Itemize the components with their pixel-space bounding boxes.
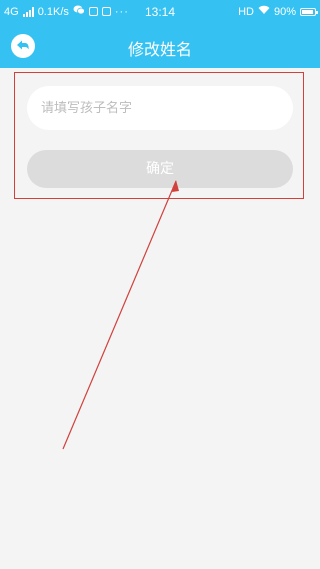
hd-indicator: HD [238,5,254,18]
page-title: 修改姓名 [127,40,192,59]
battery-percent: 90% [273,5,296,18]
status-right: HD 90% [238,5,318,18]
child-name-input[interactable] [27,86,293,130]
confirm-button[interactable]: 确定 [27,150,293,188]
battery-icon [300,7,318,16]
wifi-icon [258,5,270,18]
title-bar: 修改姓名 [0,24,320,68]
status-bar: 4G 0.1K/s ··· 13:14 HD 90% [0,0,320,24]
